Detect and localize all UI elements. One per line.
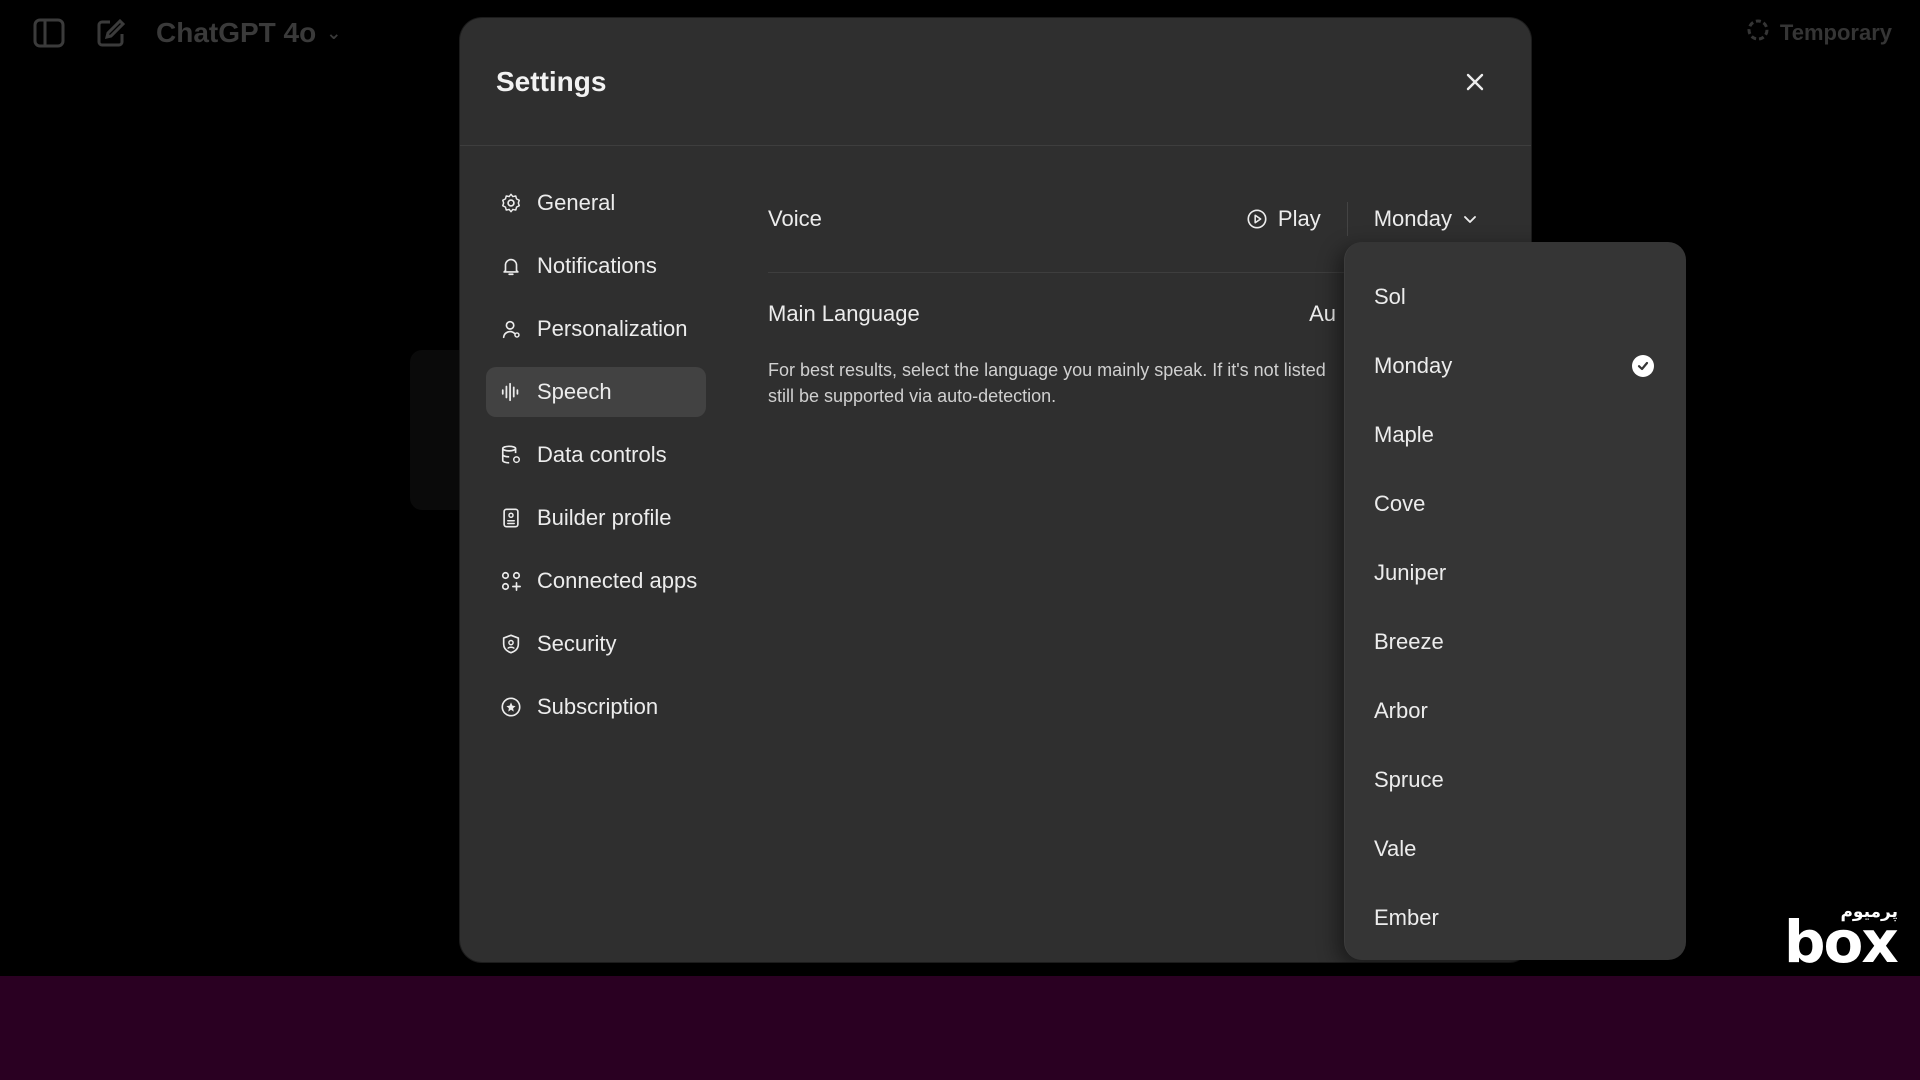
sidebar-item-label: Data controls — [537, 442, 667, 467]
voice-option-vale[interactable]: Vale — [1345, 814, 1686, 883]
watermark-big-text: box — [1784, 908, 1899, 976]
language-select[interactable]: Au — [1309, 301, 1336, 327]
modal-header: Settings — [460, 18, 1531, 146]
voice-option-maple[interactable]: Maple — [1345, 400, 1686, 469]
sidebar-item-label: General — [537, 190, 616, 215]
close-icon — [1466, 73, 1484, 90]
voice-option-label: Ember — [1374, 904, 1439, 930]
sidebar-item-label: Speech — [537, 379, 612, 404]
voice-option-label: Sol — [1374, 283, 1406, 309]
play-button[interactable]: Play — [1246, 202, 1348, 236]
bottom-band — [0, 976, 1920, 1080]
shield-icon — [499, 632, 523, 656]
settings-sidebar: General Notifications Personalization Sp… — [486, 178, 706, 745]
temporary-chat-button[interactable]: Temporary — [1746, 16, 1892, 50]
voice-controls: Play Monday — [1246, 202, 1498, 236]
voice-option-label: Cove — [1374, 490, 1426, 516]
voice-option-juniper[interactable]: Juniper — [1345, 538, 1686, 607]
sidebar-item-notifications[interactable]: Notifications — [486, 241, 706, 291]
voice-option-label: Juniper — [1374, 559, 1447, 585]
gear-icon — [499, 191, 523, 215]
sidebar-item-subscription[interactable]: Subscription — [486, 682, 706, 732]
temporary-chat-icon — [1746, 18, 1770, 48]
voice-option-monday[interactable]: Monday — [1345, 331, 1686, 400]
person-icon — [499, 317, 523, 341]
temporary-label: Temporary — [1779, 20, 1892, 45]
badge-icon — [499, 695, 523, 719]
sidebar-item-data-controls[interactable]: Data controls — [486, 430, 706, 480]
sidebar-item-label: Builder profile — [537, 505, 672, 530]
voice-option-label: Spruce — [1374, 766, 1444, 792]
sidebar-item-connected-apps[interactable]: Connected apps — [486, 556, 706, 606]
id-card-icon — [499, 506, 523, 530]
database-icon — [499, 443, 523, 467]
chevron-down-icon — [1464, 216, 1476, 223]
sidebar-item-personalization[interactable]: Personalization — [486, 304, 706, 354]
sidebar-item-label: Notifications — [537, 253, 657, 278]
language-label: Main Language — [768, 301, 920, 326]
voice-option-label: Breeze — [1374, 628, 1444, 654]
voice-option-cove[interactable]: Cove — [1345, 469, 1686, 538]
play-label: Play — [1277, 206, 1321, 231]
sidebar-toggle-icon[interactable] — [32, 16, 66, 50]
voice-option-label: Arbor — [1374, 697, 1428, 723]
sidebar-item-security[interactable]: Security — [486, 619, 706, 669]
voice-option-spruce[interactable]: Spruce — [1345, 745, 1686, 814]
modal-title: Settings — [496, 65, 607, 97]
sidebar-item-builder-profile[interactable]: Builder profile — [486, 493, 706, 543]
sidebar-item-label: Connected apps — [537, 568, 698, 593]
watermark-logo: پرمیوم box — [1782, 902, 1902, 972]
sidebar-item-label: Subscription — [537, 694, 659, 719]
apps-grid-icon — [499, 569, 523, 593]
voice-option-ember[interactable]: Ember — [1345, 883, 1686, 952]
sidebar-item-label: Personalization — [537, 316, 688, 341]
voice-option-arbor[interactable]: Arbor — [1345, 676, 1686, 745]
sidebar-item-speech[interactable]: Speech — [486, 367, 706, 417]
voice-option-label: Vale — [1374, 835, 1417, 861]
model-selector[interactable]: ChatGPT 4o ⌄ — [156, 17, 341, 49]
voice-select-value: Monday — [1373, 206, 1452, 231]
sidebar-item-general[interactable]: General — [486, 178, 706, 228]
voice-dropdown-menu: Sol Monday Maple Cove Juniper Breeze Arb… — [1344, 242, 1686, 960]
voice-option-label: Maple — [1374, 421, 1434, 447]
voice-select[interactable]: Monday — [1374, 206, 1478, 232]
play-circle-icon — [1247, 209, 1267, 229]
voice-option-sol[interactable]: Sol — [1345, 262, 1686, 331]
chevron-down-icon: ⌄ — [326, 22, 342, 43]
sidebar-item-label: Security — [537, 631, 617, 656]
close-button[interactable] — [1455, 62, 1495, 102]
check-circle-icon — [1632, 354, 1654, 377]
waveform-icon — [499, 380, 523, 404]
bell-icon — [499, 254, 523, 278]
language-description: For best results, select the language yo… — [768, 360, 1326, 406]
model-name: ChatGPT 4o — [156, 17, 317, 48]
voice-label: Voice — [768, 206, 822, 231]
voice-option-label: Monday — [1374, 352, 1453, 378]
new-chat-icon[interactable] — [94, 16, 128, 50]
voice-option-breeze[interactable]: Breeze — [1345, 607, 1686, 676]
